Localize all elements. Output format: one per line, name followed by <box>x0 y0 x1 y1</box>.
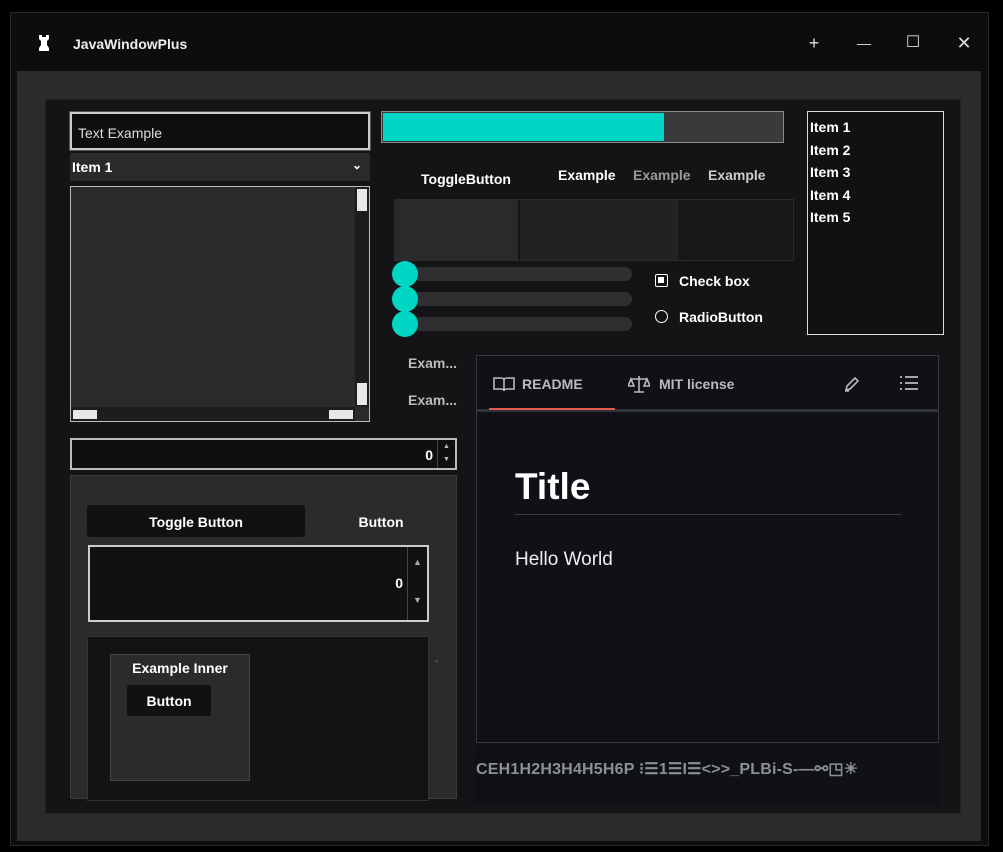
inner-panel-title: Example Inner <box>132 660 228 676</box>
number-spinner[interactable]: 0 ▲ ▼ <box>70 438 457 470</box>
text-field[interactable]: Text Example <box>69 111 371 151</box>
spinner-up-icon[interactable]: ▲ <box>438 440 455 453</box>
progress-bar <box>381 111 784 143</box>
slider-3[interactable] <box>392 311 632 337</box>
example-label-1[interactable]: Example <box>558 167 616 183</box>
markdown-body: Hello World <box>515 549 613 570</box>
list-item[interactable]: Item 2 <box>810 139 941 162</box>
list-item[interactable]: Item 4 <box>810 184 941 207</box>
inner-button[interactable]: Button <box>127 685 211 716</box>
toolbar-buttons[interactable]: CEH1H2H3H4H5H6P ⁝☰1☰I☰<>>_PLBi-S-—⚯◳☀ <box>476 759 858 779</box>
list-item[interactable]: Item 1 <box>810 116 941 139</box>
side-label-2: Exam... <box>408 392 458 408</box>
combo-selected: Item 1 <box>72 159 113 175</box>
spinner-down-icon[interactable]: ▼ <box>408 595 427 605</box>
scroll-pane[interactable] <box>70 186 370 422</box>
progress-fill <box>383 113 664 141</box>
toggle-button-top[interactable]: ToggleButton <box>421 171 511 187</box>
list-icon[interactable] <box>899 375 919 391</box>
radio-icon[interactable] <box>655 310 668 323</box>
book-icon <box>493 377 515 392</box>
slider-1[interactable] <box>392 261 632 287</box>
inner-container: Example Inner Button <box>87 636 429 801</box>
button[interactable]: Button <box>331 505 431 537</box>
slider-track[interactable] <box>394 292 632 306</box>
tab-cell-3[interactable] <box>681 200 793 260</box>
list-item[interactable]: Item 3 <box>810 161 941 184</box>
checkbox-icon[interactable] <box>655 274 668 287</box>
large-spinner-arrows[interactable]: ▲ ▼ <box>407 547 427 620</box>
dash-label: - <box>435 656 439 667</box>
scrollbar-left-thumb[interactable] <box>73 410 97 419</box>
content-panel: Text Example Item 1 ⌄ 0 ▲ ▼ Toggle Butto… <box>45 99 961 814</box>
slider-track[interactable] <box>394 317 632 331</box>
edit-pencil-icon[interactable] <box>843 375 861 393</box>
button-panel: Toggle Button Button 0 ▲ ▼ Example Inner… <box>70 475 457 801</box>
chevron-down-icon: ⌄ <box>351 158 362 172</box>
active-tab-indicator <box>489 408 615 410</box>
large-spinner-value: 0 <box>395 575 403 591</box>
maximize-button[interactable]: ☐ <box>893 29 933 57</box>
item-list[interactable]: Item 1 Item 2 Item 3 Item 4 Item 5 <box>807 111 944 335</box>
vertical-scrollbar[interactable] <box>355 187 369 407</box>
slider-knob[interactable] <box>392 261 418 287</box>
app-logo-icon <box>39 35 49 51</box>
side-label-1: Exam... <box>408 355 458 371</box>
example-label-3[interactable]: Example <box>708 167 766 183</box>
spinner-down-icon[interactable]: ▼ <box>438 453 455 466</box>
tab-cell-1[interactable] <box>395 200 520 260</box>
slider-knob[interactable] <box>392 286 418 312</box>
markdown-viewer: README MIT license Title Hello World <box>476 355 939 743</box>
minimize-button[interactable]: — <box>844 29 884 57</box>
spinner-value: 0 <box>425 447 433 463</box>
scrollbar-top-thumb[interactable] <box>357 189 367 211</box>
scrollbar-right-thumb[interactable] <box>329 410 353 419</box>
toggle-button[interactable]: Toggle Button <box>87 505 305 537</box>
tab-license[interactable]: MIT license <box>659 376 734 392</box>
horizontal-scrollbar[interactable] <box>71 407 355 421</box>
slider-knob[interactable] <box>392 311 418 337</box>
list-item[interactable]: Item 5 <box>810 206 941 229</box>
inner-panel: Example Inner Button <box>110 654 250 781</box>
checkbox-label: Check box <box>679 273 750 289</box>
heading-divider <box>515 514 901 515</box>
tab-readme[interactable]: README <box>522 376 583 392</box>
outer-container: Text Example Item 1 ⌄ 0 ▲ ▼ Toggle Butto… <box>17 71 981 841</box>
close-button[interactable]: ✕ <box>944 29 984 57</box>
tab-cell-2[interactable] <box>520 200 681 260</box>
tab-strip <box>394 199 794 261</box>
app-window: JavaWindowPlus + — ☐ ✕ Text Example Item… <box>10 12 989 846</box>
radio-label: RadioButton <box>679 309 763 325</box>
example-label-2[interactable]: Example <box>633 167 691 183</box>
window-title: JavaWindowPlus <box>73 36 188 52</box>
combo-box[interactable]: Item 1 ⌄ <box>70 153 370 181</box>
pin-button[interactable]: + <box>794 29 834 57</box>
spinner-up-icon[interactable]: ▲ <box>408 557 427 567</box>
slider-track[interactable] <box>394 267 632 281</box>
title-bar: JavaWindowPlus + — ☐ ✕ <box>11 13 988 71</box>
large-spinner[interactable]: 0 ▲ ▼ <box>88 545 429 622</box>
markdown-toolbar[interactable]: CEH1H2H3H4H5H6P ⁝☰1☰I☰<>>_PLBi-S-—⚯◳☀ <box>474 745 940 805</box>
scrollbar-bottom-thumb[interactable] <box>357 383 367 405</box>
scale-icon <box>628 376 650 393</box>
spinner-arrows[interactable]: ▲ ▼ <box>437 440 455 468</box>
slider-2[interactable] <box>392 286 632 312</box>
markdown-heading: Title <box>515 466 591 507</box>
markdown-tabs: README MIT license <box>477 356 938 412</box>
